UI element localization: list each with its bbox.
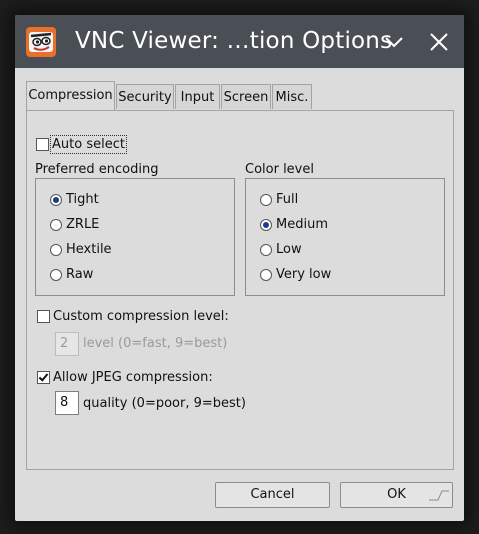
radio-indicator[interactable]: [260, 268, 272, 281]
encoding-hextile-radio[interactable]: Hextile: [50, 242, 112, 257]
color-full-label: Full: [276, 192, 299, 207]
vnc-viewer-icon: [26, 27, 56, 57]
auto-select-box[interactable]: [36, 138, 49, 151]
auto-select-label: Auto select: [50, 135, 127, 154]
window-title: VNC Viewer: …tion Options: [75, 28, 393, 54]
radio-indicator[interactable]: [50, 218, 62, 231]
compression-panel: Auto select Preferred encoding Tight ZRL…: [26, 110, 454, 470]
radio-indicator[interactable]: [260, 243, 272, 256]
options-dialog: VNC Viewer: …tion Options Compression Se…: [15, 15, 464, 521]
encoding-zrle-radio[interactable]: ZRLE: [50, 217, 99, 232]
resize-grip-icon: [429, 490, 449, 501]
tab-misc[interactable]: Misc.: [272, 84, 312, 109]
tab-screen[interactable]: Screen: [221, 84, 271, 109]
color-low-radio[interactable]: Low: [260, 242, 302, 257]
custom-compression-label: Custom compression level:: [53, 309, 229, 324]
radio-indicator[interactable]: [260, 218, 272, 231]
close-icon[interactable]: [426, 29, 452, 55]
ok-label: OK: [387, 487, 406, 502]
allow-jpeg-checkbox[interactable]: Allow JPEG compression:: [37, 370, 213, 385]
color-low-label: Low: [276, 242, 302, 257]
color-very-low-radio[interactable]: Very low: [260, 267, 331, 282]
tab-compression[interactable]: Compression: [26, 81, 115, 110]
jpeg-quality-input[interactable]: 8: [55, 391, 79, 415]
encoding-tight-label: Tight: [66, 192, 99, 207]
custom-compression-checkbox[interactable]: Custom compression level:: [37, 309, 229, 324]
tab-input[interactable]: Input: [175, 84, 220, 109]
title-bar[interactable]: VNC Viewer: …tion Options: [15, 15, 464, 68]
compression-level-input[interactable]: 2: [55, 332, 79, 356]
radio-indicator[interactable]: [260, 193, 272, 206]
auto-select-checkbox[interactable]: Auto select: [36, 135, 127, 154]
color-very-low-label: Very low: [276, 267, 332, 282]
ok-button[interactable]: OK: [340, 482, 453, 508]
preferred-encoding-label: Preferred encoding: [35, 162, 159, 177]
tab-security[interactable]: Security: [116, 84, 174, 109]
encoding-raw-radio[interactable]: Raw: [50, 267, 93, 282]
custom-compression-box[interactable]: [37, 310, 50, 323]
radio-indicator[interactable]: [50, 243, 62, 256]
radio-indicator[interactable]: [50, 193, 62, 206]
encoding-hextile-label: Hextile: [66, 242, 112, 257]
color-level-label: Color level: [245, 162, 314, 177]
compression-level-hint: level (0=fast, 9=best): [83, 336, 228, 351]
radio-indicator[interactable]: [50, 268, 62, 281]
color-full-radio[interactable]: Full: [260, 192, 298, 207]
allow-jpeg-box[interactable]: [37, 371, 50, 384]
jpeg-quality-hint: quality (0=poor, 9=best): [83, 396, 246, 411]
allow-jpeg-label: Allow JPEG compression:: [53, 370, 213, 385]
chevron-down-icon[interactable]: [381, 29, 407, 55]
color-medium-radio[interactable]: Medium: [260, 217, 328, 232]
color-medium-label: Medium: [276, 217, 328, 232]
encoding-tight-radio[interactable]: Tight: [50, 192, 99, 207]
encoding-zrle-label: ZRLE: [66, 217, 100, 232]
encoding-raw-label: Raw: [66, 267, 94, 282]
cancel-button[interactable]: Cancel: [215, 482, 330, 508]
